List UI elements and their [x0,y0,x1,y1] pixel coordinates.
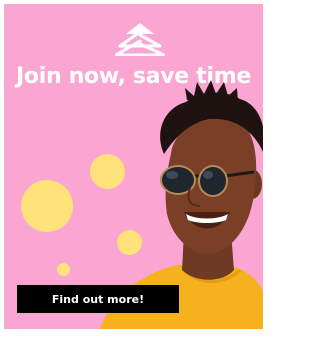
find-out-more-button[interactable]: Find out more! [17,285,179,313]
smiling-man-photo [100,80,263,329]
ad-banner[interactable]: Join now, save time Find out more! [4,4,263,329]
